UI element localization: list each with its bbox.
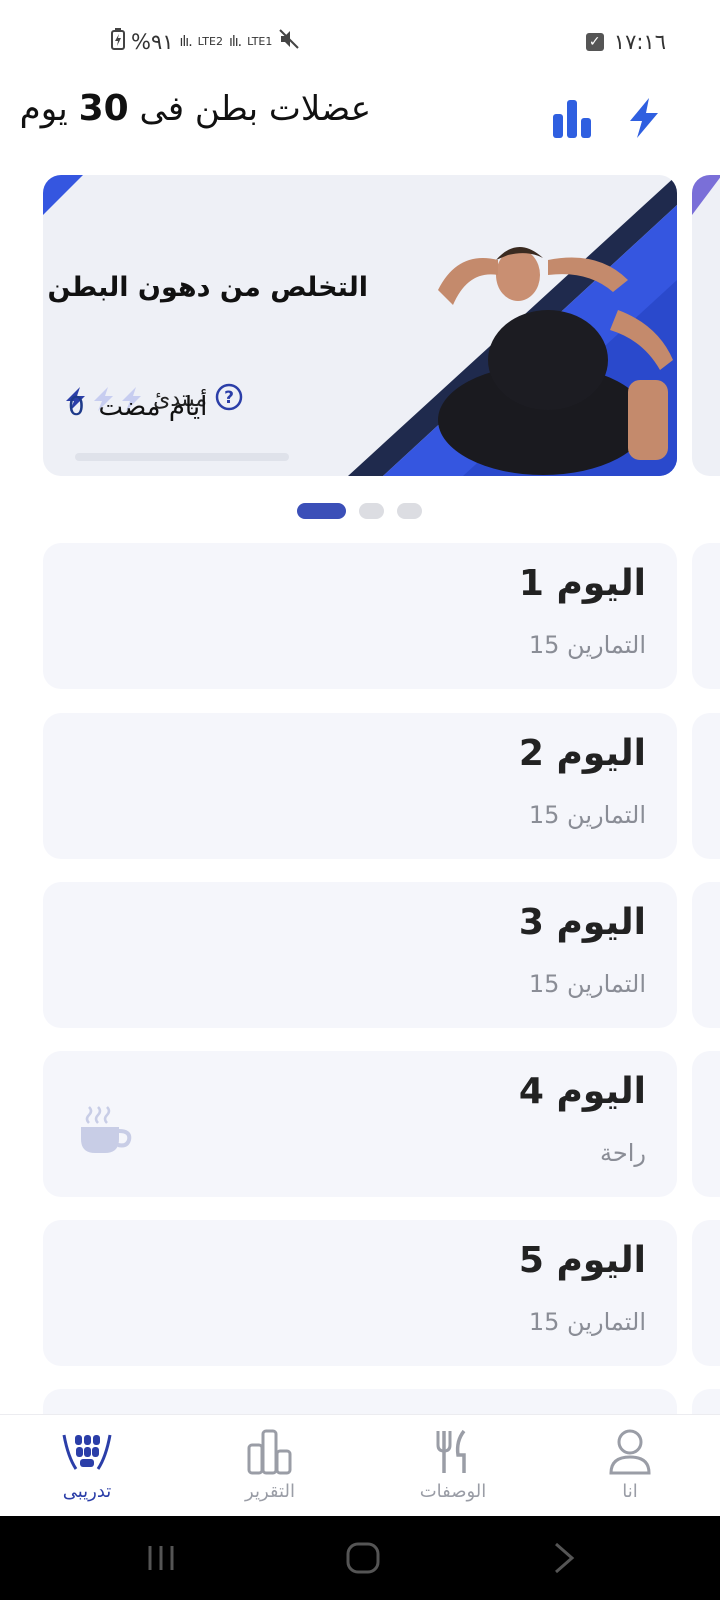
day-card-peek — [692, 882, 720, 1028]
days-count: 0 — [68, 392, 85, 422]
nav-label: تدريبى — [62, 1481, 112, 1502]
battery-icon — [111, 28, 125, 55]
clock: ١٧:١٦ — [613, 30, 666, 54]
home-icon[interactable] — [346, 1542, 380, 1578]
title-prefix: عضلات بطن فى — [139, 89, 371, 129]
day-title: اليوم 5 — [518, 1240, 646, 1281]
svg-text:?: ? — [224, 388, 234, 408]
coffee-cup-icon — [79, 1103, 133, 1159]
day-title: اليوم 3 — [518, 902, 646, 943]
bottom-navigation: تدريبى التقرير الوصفات انا — [0, 1414, 720, 1517]
system-navigation-bar — [0, 1516, 720, 1600]
day-card-peek — [692, 543, 720, 689]
back-icon[interactable] — [552, 1542, 576, 1578]
carousel-dot-active[interactable] — [297, 503, 346, 519]
days-passed-row: 0 أيام مضت — [68, 392, 207, 422]
signal-label-2: LTE2 — [197, 35, 223, 48]
day-card-peek — [692, 1051, 720, 1197]
day-subtitle: التمارين 15 — [528, 631, 646, 659]
carousel-dot[interactable] — [359, 503, 384, 519]
nav-item-profile[interactable]: انا — [560, 1415, 700, 1517]
status-left: %٩١ ılı. LTE2 ılı. LTE1 — [105, 28, 300, 55]
nav-item-report[interactable]: التقرير — [200, 1415, 340, 1517]
plan-title: التخلص من دهون البطن — [47, 272, 368, 303]
title-suffix: يوم — [19, 89, 68, 129]
day-card-1[interactable]: اليوم 1 التمارين 15 — [43, 543, 677, 689]
carousel-dot[interactable] — [397, 503, 422, 519]
day-card-3[interactable]: اليوم 3 التمارين 15 — [43, 882, 677, 1028]
nav-item-recipes[interactable]: الوصفات — [383, 1415, 523, 1517]
athlete-image — [398, 230, 677, 476]
mute-icon — [278, 28, 300, 55]
help-icon[interactable]: ? — [215, 383, 243, 415]
status-right: ✓ ١٧:١٦ — [585, 30, 666, 54]
day-card-5[interactable]: اليوم 5 التمارين 15 — [43, 1220, 677, 1366]
day-card-4[interactable]: اليوم 4 راحة — [43, 1051, 677, 1197]
signal-icon: ılı. — [179, 33, 193, 50]
status-bar: %٩١ ılı. LTE2 ılı. LTE1 ✓ ١٧:١٦ — [0, 0, 720, 80]
recents-icon[interactable] — [146, 1544, 176, 1576]
day-title: اليوم 1 — [518, 563, 646, 604]
day-title: اليوم 2 — [518, 733, 646, 774]
day-card-peek — [692, 713, 720, 859]
battery-percent: %٩١ — [131, 29, 174, 54]
plan-progress-bar — [75, 453, 289, 461]
title-number: 30 — [78, 88, 129, 129]
day-card-2[interactable]: اليوم 2 التمارين 15 — [43, 713, 677, 859]
check-notification-icon: ✓ — [585, 33, 604, 51]
signal-icon: ılı. — [228, 33, 242, 50]
day-subtitle: التمارين 15 — [528, 1308, 646, 1336]
days-label: أيام مضت — [98, 392, 208, 422]
report-icon — [245, 1427, 295, 1477]
page-title: عضلات بطن فى 30 يوم — [20, 88, 371, 129]
recipes-icon — [428, 1427, 478, 1477]
profile-icon — [605, 1427, 655, 1477]
lightning-icon[interactable] — [622, 96, 666, 140]
nav-label: التقرير — [245, 1481, 295, 1502]
bar-chart-icon[interactable] — [550, 96, 594, 140]
nav-item-training[interactable]: تدريبى — [17, 1415, 157, 1517]
nav-label: الوصفات — [419, 1481, 487, 1502]
signal-label-1: LTE1 — [247, 35, 273, 48]
day-subtitle: راحة — [600, 1139, 646, 1167]
day-subtitle: التمارين 15 — [528, 970, 646, 998]
training-icon — [62, 1427, 112, 1477]
day-card-peek — [692, 1220, 720, 1366]
day-title: اليوم 4 — [518, 1071, 646, 1112]
day-subtitle: التمارين 15 — [528, 801, 646, 829]
nav-label: انا — [622, 1481, 638, 1502]
plan-banner-card[interactable]: ? مبتدئ التخلص من دهون البطن 0 أيام مضت — [43, 175, 677, 476]
next-banner-card-peek[interactable] — [692, 175, 720, 476]
